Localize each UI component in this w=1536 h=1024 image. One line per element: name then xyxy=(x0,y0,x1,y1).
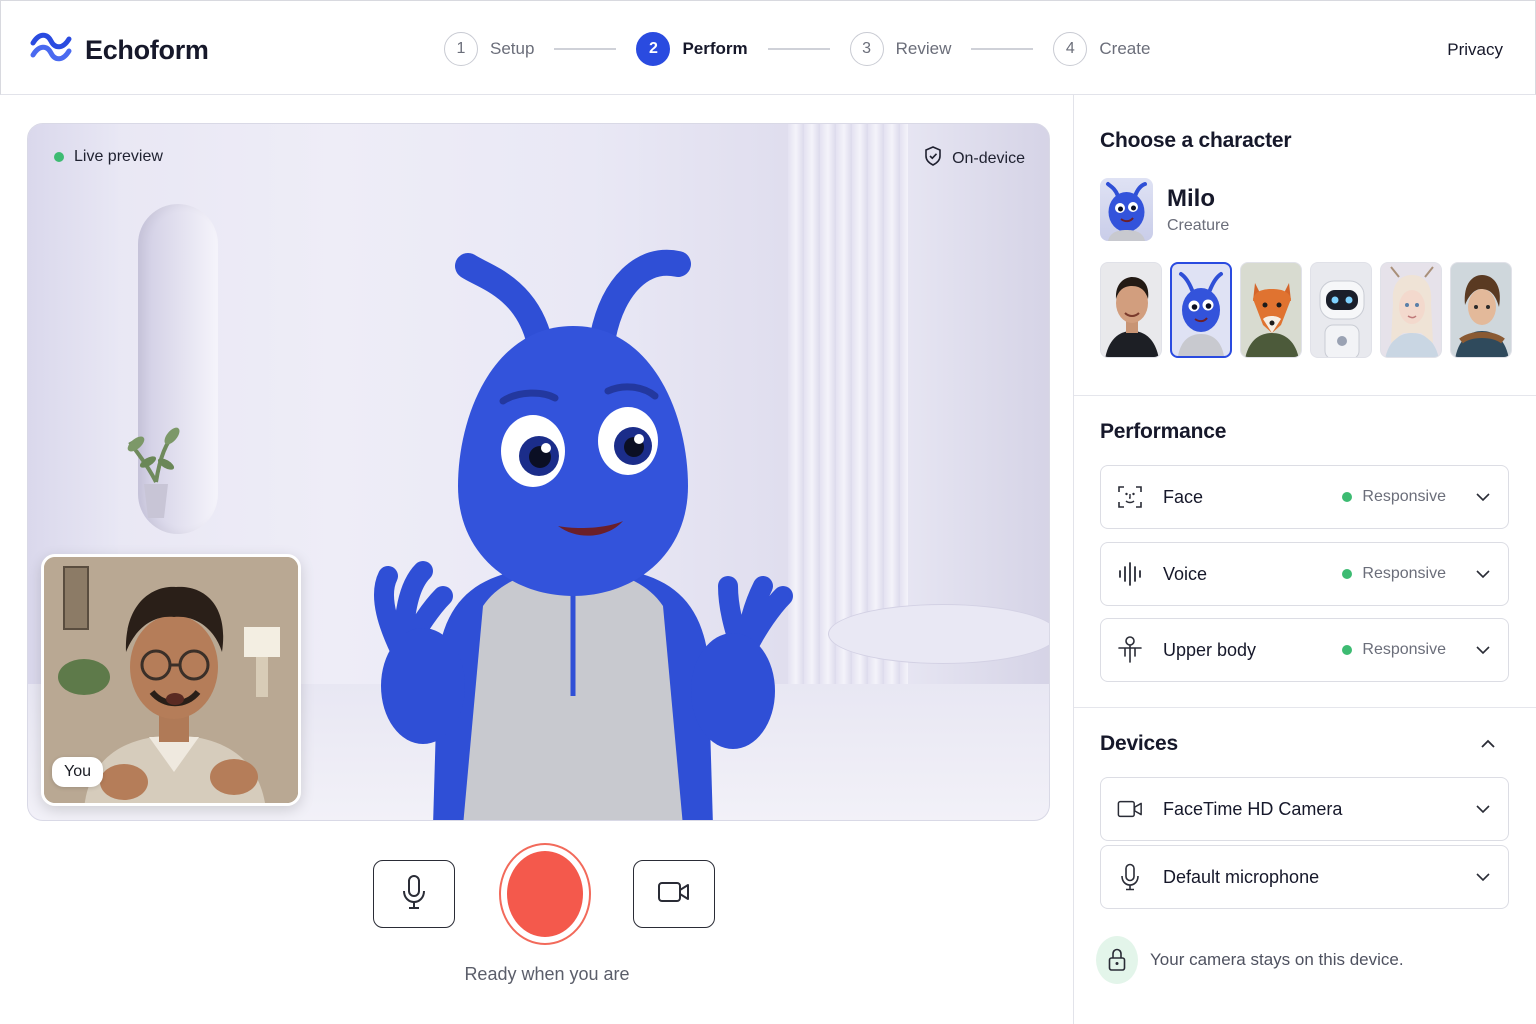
status-text: Responsive xyxy=(1362,641,1446,658)
camera-select[interactable]: FaceTime HD Camera xyxy=(1100,777,1509,841)
video-camera-icon xyxy=(657,880,691,909)
camera-select-value: FaceTime HD Camera xyxy=(1163,798,1343,819)
on-device-label: On-device xyxy=(952,149,1025,167)
selected-character-type: Creature xyxy=(1167,216,1230,234)
devices-heading: Devices xyxy=(1100,732,1178,755)
step-label: Setup xyxy=(490,39,535,58)
step-create[interactable]: 4 Create xyxy=(1053,32,1150,66)
character-option-robot[interactable] xyxy=(1310,262,1372,358)
chevron-up-icon[interactable] xyxy=(1480,736,1496,754)
selected-character-avatar xyxy=(1100,178,1153,241)
performance-voice-label: Voice xyxy=(1163,563,1208,584)
status-dot-icon xyxy=(1342,492,1353,502)
step-number: 3 xyxy=(849,32,884,66)
status-text: Responsive xyxy=(1362,565,1446,582)
section-divider xyxy=(1074,707,1536,708)
self-view-camera-feed[interactable]: You xyxy=(41,554,301,806)
step-perform[interactable]: 2 Perform xyxy=(636,32,748,66)
privacy-link[interactable]: Privacy xyxy=(1447,40,1503,60)
brand[interactable]: Echoform xyxy=(29,29,209,72)
performance-upper-body-status: Responsive xyxy=(1342,641,1446,659)
performance-face-row[interactable]: Face Responsive xyxy=(1100,465,1509,529)
record-indicator xyxy=(507,851,583,937)
waveform-icon xyxy=(1117,561,1143,587)
step-label: Review xyxy=(895,39,952,58)
chevron-down-icon[interactable] xyxy=(1474,868,1492,886)
on-device-badge: On-device xyxy=(924,146,1025,171)
camera-toggle-button[interactable] xyxy=(633,860,715,928)
character-option-hero[interactable] xyxy=(1450,262,1512,358)
status-text: Responsive xyxy=(1362,488,1446,505)
app-name: Echoform xyxy=(85,35,209,65)
live-dot-icon xyxy=(54,152,64,162)
live-preview-indicator: Live preview xyxy=(54,148,163,166)
shield-icon xyxy=(924,146,942,171)
step-number: 1 xyxy=(444,32,478,66)
microphone-toggle-button[interactable] xyxy=(373,860,455,928)
performance-face-status: Responsive xyxy=(1342,488,1446,506)
selected-character: Milo Creature xyxy=(1100,178,1229,241)
performance-voice-row[interactable]: Voice Responsive xyxy=(1100,542,1509,606)
character-picker xyxy=(1100,262,1512,358)
person-icon xyxy=(1117,636,1143,663)
top-bar: Echoform 1 Setup 2 Perform 3 Review 4 Cr… xyxy=(0,0,1536,95)
performance-upper-body-row[interactable]: Upper body Responsive xyxy=(1100,618,1509,682)
step-label: Perform xyxy=(682,39,748,58)
record-button[interactable] xyxy=(499,843,591,945)
step-number: 2 xyxy=(636,32,671,66)
step-review[interactable]: 3 Review xyxy=(849,32,952,66)
performance-heading: Performance xyxy=(1100,420,1227,443)
chevron-down-icon[interactable] xyxy=(1474,565,1492,583)
character-option-elf[interactable] xyxy=(1380,262,1442,358)
step-label: Create xyxy=(1099,39,1151,58)
privacy-note: Your camera stays on this device. xyxy=(1096,936,1404,984)
live-preview-stage: Live preview On-device You xyxy=(27,123,1050,821)
microphone-icon xyxy=(401,874,427,915)
choose-character-heading: Choose a character xyxy=(1100,129,1292,152)
performance-upper-body-label: Upper body xyxy=(1163,639,1257,660)
microphone-select[interactable]: Default microphone xyxy=(1100,845,1509,909)
live-preview-label: Live preview xyxy=(74,148,163,165)
character-option-human-man[interactable] xyxy=(1100,262,1162,358)
room-fluted-column xyxy=(788,124,908,684)
microphone-icon xyxy=(1117,863,1143,891)
privacy-note-text: Your camera stays on this device. xyxy=(1150,950,1404,969)
step-connector xyxy=(971,48,1034,50)
selected-character-name: Milo xyxy=(1167,184,1215,212)
microphone-select-value: Default microphone xyxy=(1163,866,1320,887)
step-number: 4 xyxy=(1053,32,1088,66)
chevron-down-icon[interactable] xyxy=(1474,800,1492,818)
lock-icon xyxy=(1096,936,1138,984)
performance-face-label: Face xyxy=(1163,486,1204,507)
status-dot-icon xyxy=(1342,569,1353,579)
step-setup[interactable]: 1 Setup xyxy=(444,32,534,66)
section-divider xyxy=(1074,395,1536,396)
video-camera-icon xyxy=(1117,796,1143,822)
chevron-down-icon[interactable] xyxy=(1474,641,1492,659)
self-view-label: You xyxy=(52,757,103,787)
performance-voice-status: Responsive xyxy=(1342,565,1446,583)
echoform-logo-icon xyxy=(29,29,73,72)
potted-plant xyxy=(126,412,186,527)
status-dot-icon xyxy=(1342,645,1353,655)
character-option-fox[interactable] xyxy=(1240,262,1302,358)
recording-status-text: Ready when you are xyxy=(464,964,630,984)
step-connector xyxy=(554,48,617,50)
settings-panel: Choose a character Milo Creature Perform… xyxy=(1073,95,1536,1024)
chevron-down-icon[interactable] xyxy=(1474,488,1492,506)
step-connector xyxy=(767,48,830,50)
milo-character-avatar xyxy=(343,186,803,820)
character-option-milo[interactable] xyxy=(1170,262,1232,358)
face-scan-icon xyxy=(1117,484,1143,510)
progress-stepper: 1 Setup 2 Perform 3 Review 4 Create xyxy=(444,32,1150,66)
room-platform xyxy=(828,604,1049,664)
